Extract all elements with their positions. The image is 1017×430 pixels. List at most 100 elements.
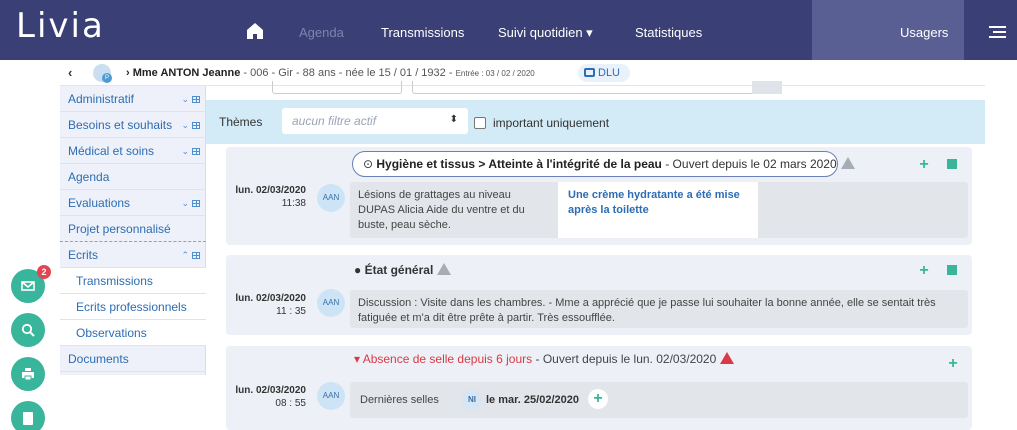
patient-meta: - 006 - Gir - 88 ans - née le 15 / 01 / … xyxy=(240,67,456,79)
theme-opened: - Ouvert depuis le lun. 02/03/2020 xyxy=(532,352,717,366)
grid-icon[interactable] xyxy=(192,96,200,104)
patient-avatar-badge: P xyxy=(102,73,112,83)
entry-datetime: lun. 02/03/2020 11:38 xyxy=(226,184,306,210)
comment-icon: ● xyxy=(354,263,365,277)
sidebar-subitem-observations[interactable]: Observations xyxy=(60,320,206,346)
chevron-down-icon[interactable]: ⌄ xyxy=(181,86,200,112)
messages-button[interactable]: 2 xyxy=(11,265,51,303)
printer-icon xyxy=(22,368,34,381)
themes-label: Thèmes xyxy=(219,115,263,129)
usagers-button[interactable]: Usagers xyxy=(812,0,964,60)
sidebar-item-label: Ecrits xyxy=(68,248,98,262)
entry-note: Une crème hydratante a été mise après la… xyxy=(558,182,758,238)
print-button[interactable] xyxy=(11,357,45,391)
sidebar-item-label: Besoins et souhaits xyxy=(68,118,173,132)
add-icon[interactable]: + xyxy=(947,356,959,372)
transmission-card: ▾ Absence de selle depuis 6 jours - Ouve… xyxy=(226,346,972,430)
entry-body: Dernières selles xyxy=(350,382,968,418)
chevron-down-icon[interactable]: ⌄ xyxy=(181,190,200,216)
grid-icon[interactable] xyxy=(192,148,200,156)
sidebar-item-evaluations[interactable]: Evaluations ⌄ xyxy=(60,190,206,216)
add-icon[interactable]: + xyxy=(918,263,930,279)
sidebar-item-ecrits[interactable]: Ecrits ⌃ xyxy=(60,242,206,268)
patient-entry-date: Entrée : 03 / 02 / 2020 xyxy=(455,69,535,78)
printer-icon xyxy=(584,68,595,77)
theme-heading[interactable]: ● État général xyxy=(354,263,452,277)
entry-note-text: Une crème hydratante a été mise après la… xyxy=(568,189,740,216)
nav-agenda[interactable]: Agenda xyxy=(299,25,344,40)
nav-statistiques[interactable]: Statistiques xyxy=(635,25,702,40)
main-search-area xyxy=(206,81,985,100)
stop-icon[interactable] xyxy=(947,159,957,169)
sidebar-item-agenda[interactable]: Agenda xyxy=(60,164,206,190)
sidebar-item-documents[interactable]: Documents xyxy=(60,346,206,372)
chevron-down-icon[interactable]: ⌄ xyxy=(181,138,200,164)
app-logo[interactable]: Livia xyxy=(16,6,105,46)
add-icon[interactable]: + xyxy=(918,157,930,173)
theme-title: État général xyxy=(364,263,434,277)
patient-avatar: P xyxy=(93,64,112,83)
usagers-label: Usagers xyxy=(900,25,949,40)
nav-suivi-quotidien[interactable]: Suivi quotidien ▾ xyxy=(498,25,593,41)
search-button[interactable] xyxy=(11,313,45,347)
entry-datetime: lun. 02/03/2020 11 : 35 xyxy=(226,292,306,318)
theme-heading[interactable]: ▾ Absence de selle depuis 6 jours - Ouve… xyxy=(354,352,735,366)
theme-title: Hygiène et tissus > Atteinte à l'intégri… xyxy=(376,157,662,171)
entry-text: Lésions de grattages au niveau DUPAS Ali… xyxy=(358,189,525,231)
stop-icon[interactable] xyxy=(947,265,957,275)
hamburger-menu-icon[interactable] xyxy=(989,26,1006,38)
entry-date: lun. 02/03/2020 xyxy=(235,385,306,396)
warning-icon xyxy=(437,263,452,275)
sidebar-item-label: Documents xyxy=(68,352,129,366)
important-checkbox[interactable] xyxy=(474,117,486,129)
sidebar-menu: Administratif ⌄ Besoins et souhaits ⌄ Mé… xyxy=(60,86,206,375)
sidebar-item-label: Médical et soins xyxy=(68,144,155,158)
mail-icon xyxy=(21,281,35,291)
nav-transmissions[interactable]: Transmissions xyxy=(381,25,464,40)
entry-time: 11 : 35 xyxy=(276,306,306,317)
sidebar-item-projet[interactable]: Projet personnalisé xyxy=(60,216,206,242)
date-input[interactable] xyxy=(272,81,402,94)
contacts-button[interactable] xyxy=(11,401,45,430)
sidebar-item-administratif[interactable]: Administratif ⌄ xyxy=(60,86,206,112)
sidebar-item-label: Agenda xyxy=(68,170,110,184)
last-stool-date: le mar. 25/02/2020 xyxy=(486,394,579,406)
search-input[interactable] xyxy=(412,81,782,94)
sidebar-item-besoins[interactable]: Besoins et souhaits ⌄ xyxy=(60,112,206,138)
warning-icon xyxy=(840,157,855,169)
entry-date: lun. 02/03/2020 xyxy=(235,293,306,304)
entry-time: 11:38 xyxy=(281,198,306,209)
transmission-card: ● État général + lun. 02/03/2020 11 : 35 … xyxy=(226,255,972,335)
sidebar-item-label: Ecrits professionnels xyxy=(76,300,187,314)
home-icon[interactable] xyxy=(246,22,264,40)
grid-icon[interactable] xyxy=(192,122,200,130)
entry-text: Dernières selles xyxy=(360,394,439,406)
chevron-up-icon[interactable]: ⌃ xyxy=(181,242,200,268)
search-addon[interactable] xyxy=(752,81,782,94)
important-label[interactable]: important uniquement xyxy=(493,116,609,130)
dlu-label: DLU xyxy=(598,67,621,79)
theme-title: Absence de selle depuis 6 jours xyxy=(362,352,533,366)
themes-select-value: aucun filtre actif xyxy=(292,114,377,128)
add-stool-icon[interactable]: + xyxy=(588,389,608,409)
sidebar-subitem-transmissions[interactable]: Transmissions xyxy=(60,268,206,294)
chevron-down-icon[interactable]: ⌄ xyxy=(181,112,200,138)
grid-icon[interactable] xyxy=(192,252,200,260)
sidebar-item-label: Observations xyxy=(76,326,147,340)
sidebar-item-medical[interactable]: Médical et soins ⌄ xyxy=(60,138,206,164)
theme-pill[interactable]: ⊙ Hygiène et tissus > Atteinte à l'intég… xyxy=(352,151,855,177)
grid-icon[interactable] xyxy=(192,200,200,208)
sidebar-subitem-ecrits-pro[interactable]: Ecrits professionnels xyxy=(60,294,206,320)
alert-icon xyxy=(720,352,735,364)
themes-select[interactable]: aucun filtre actif ⬍ xyxy=(282,108,468,134)
entry-body: Lésions de grattages au niveau DUPAS Ali… xyxy=(350,182,968,238)
dlu-button[interactable]: DLU xyxy=(578,64,630,82)
entry-datetime: lun. 02/03/2020 08 : 55 xyxy=(226,384,306,410)
select-arrows-icon: ⬍ xyxy=(449,114,458,125)
patient-name[interactable]: Mme ANTON Jeanne xyxy=(133,67,241,79)
filter-bar: Thèmes aucun filtre actif ⬍ important un… xyxy=(206,100,985,144)
back-chevron-icon[interactable]: ‹ xyxy=(68,65,72,80)
patient-info: › Mme ANTON Jeanne - 006 - Gir - 88 ans … xyxy=(126,67,535,79)
mail-badge: 2 xyxy=(37,265,51,279)
transmission-card: ⊙ Hygiène et tissus > Atteinte à l'intég… xyxy=(226,147,972,245)
